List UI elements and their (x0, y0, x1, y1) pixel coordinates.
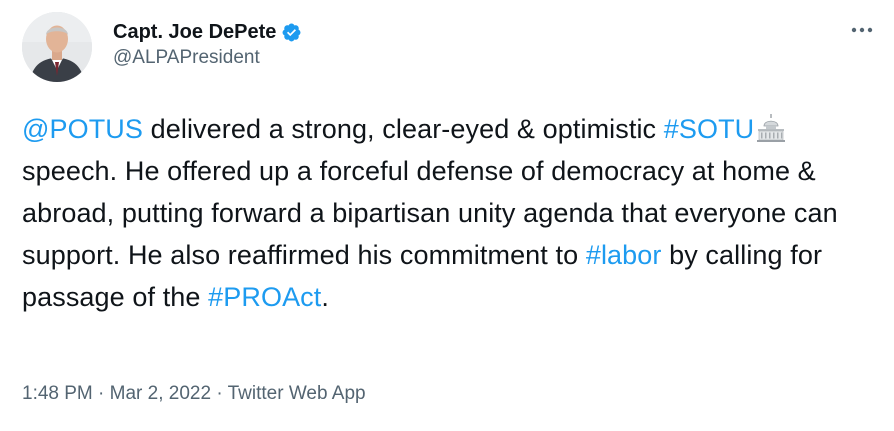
tweet-time[interactable]: 1:48 PM (22, 383, 93, 404)
tweet-text-segment: delivered a strong, clear-eyed & optimis… (143, 114, 664, 144)
meta-separator: · (92, 383, 110, 404)
tweet-date[interactable]: Mar 2, 2022 (110, 383, 211, 404)
author-info: Capt. Joe DePete @ALPAPresident (113, 18, 302, 69)
author-handle[interactable]: @ALPAPresident (113, 47, 302, 69)
capitol-building-icon (757, 114, 786, 142)
tweet-text-segment: . (321, 282, 329, 312)
tweet-metadata: 1:48 PM · Mar 2, 2022 · Twitter Web App (22, 383, 366, 405)
tweet-header: Capt. Joe DePete @ALPAPresident (22, 12, 876, 82)
author-display-name[interactable]: Capt. Joe DePete (113, 21, 276, 44)
tweet-text: @POTUS delivered a strong, clear-eyed & … (22, 108, 872, 318)
hashtag-proact[interactable]: #PROAct (208, 282, 321, 312)
verified-badge-icon (282, 23, 301, 41)
tweet-source[interactable]: Twitter Web App (228, 383, 366, 404)
hashtag-sotu[interactable]: #SOTU (664, 114, 755, 144)
more-options-icon[interactable] (848, 18, 876, 42)
avatar[interactable] (22, 12, 92, 82)
mention-potus[interactable]: @POTUS (22, 114, 143, 144)
meta-separator: · (211, 383, 228, 404)
person-avatar-icon (22, 12, 92, 82)
hashtag-labor[interactable]: #labor (586, 240, 662, 270)
